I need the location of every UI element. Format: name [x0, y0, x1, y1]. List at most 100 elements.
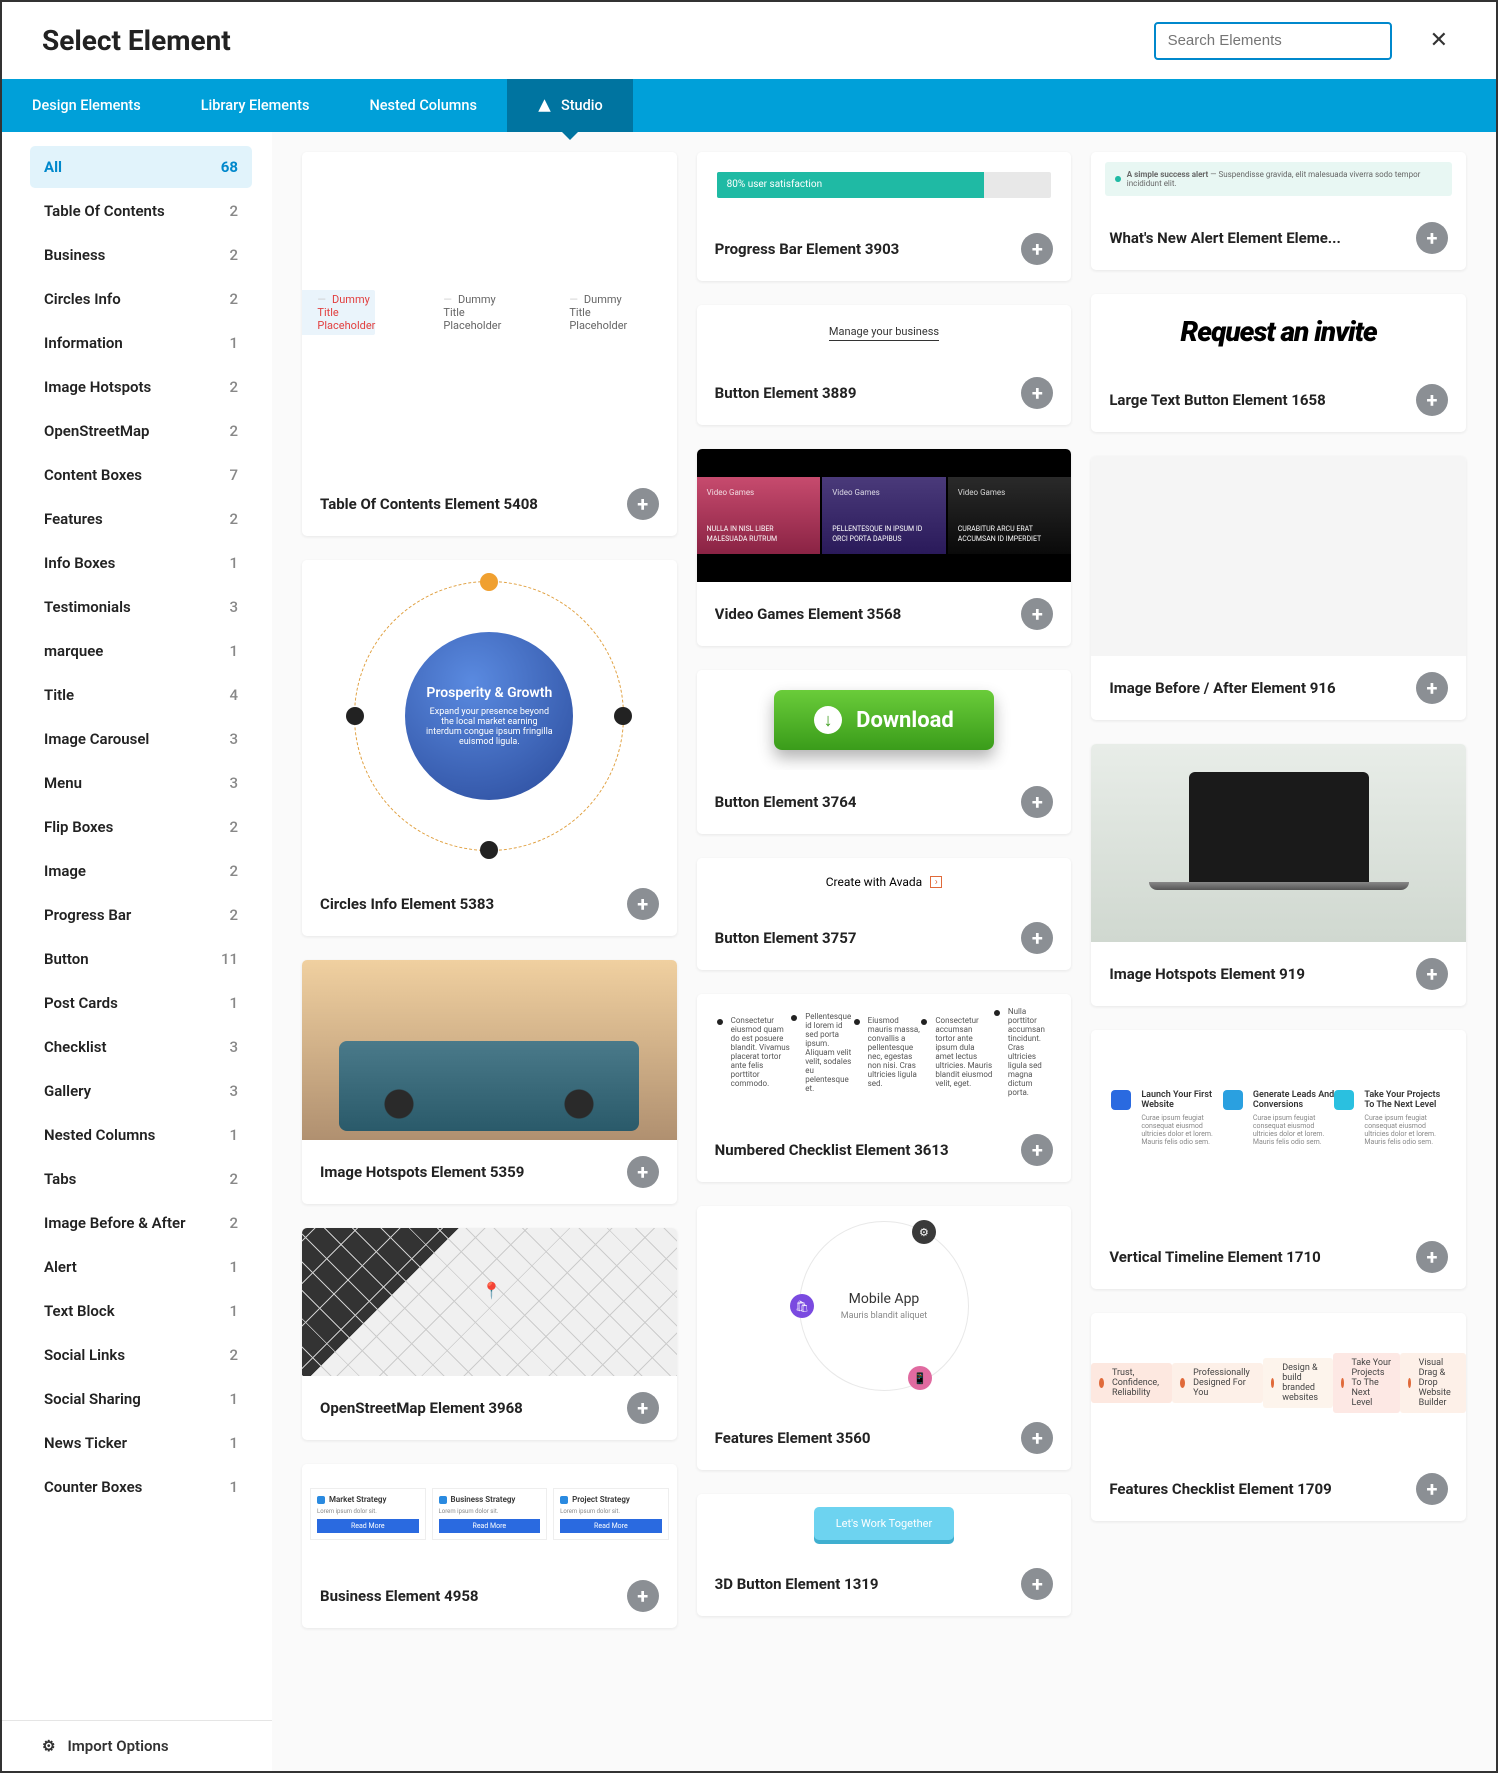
- close-icon[interactable]: ✕: [1422, 20, 1456, 61]
- card-title: Features Element 3560: [715, 1429, 871, 1447]
- category-list[interactable]: All68Table Of Contents2Business2Circles …: [2, 132, 272, 1720]
- element-card[interactable]: Video GamesNULLA IN NISL LIBER MALESUADA…: [697, 449, 1072, 646]
- category-item[interactable]: Content Boxes7: [30, 454, 252, 496]
- element-card[interactable]: 80% user satisfactionProgress Bar Elemen…: [697, 152, 1072, 281]
- header-right: ✕: [1154, 20, 1456, 61]
- add-element-button[interactable]: +: [1021, 1422, 1053, 1454]
- add-element-button[interactable]: +: [1416, 222, 1448, 254]
- add-element-button[interactable]: +: [1021, 1134, 1053, 1166]
- category-item[interactable]: Testimonials3: [30, 586, 252, 628]
- element-card[interactable]: Image Hotspots Element 919+: [1091, 744, 1466, 1006]
- category-item[interactable]: Image2: [30, 850, 252, 892]
- add-element-button[interactable]: +: [1021, 786, 1053, 818]
- element-card[interactable]: Manage your businessButton Element 3889+: [697, 305, 1072, 425]
- category-count: 1: [229, 1478, 238, 1496]
- category-label: Image: [44, 862, 86, 880]
- category-item[interactable]: Title 4: [30, 674, 252, 716]
- add-element-button[interactable]: +: [627, 1156, 659, 1188]
- card-footer: Numbered Checklist Element 3613+: [697, 1118, 1072, 1182]
- element-card[interactable]: Image Hotspots Element 5359+: [302, 960, 677, 1204]
- category-item[interactable]: Info Boxes1: [30, 542, 252, 584]
- add-element-button[interactable]: +: [1416, 672, 1448, 704]
- card-footer: Features Checklist Element 1709+: [1091, 1457, 1466, 1521]
- element-card[interactable]: ↓DownloadButton Element 3764+: [697, 670, 1072, 834]
- element-card[interactable]: Image Before / After Element 916 +: [1091, 456, 1466, 720]
- import-options-button[interactable]: ⚙ Import Options: [2, 1720, 272, 1771]
- category-item[interactable]: Image Hotspots2: [30, 366, 252, 408]
- add-element-button[interactable]: +: [1416, 1473, 1448, 1505]
- category-count: 2: [229, 378, 238, 396]
- tab-studio[interactable]: Studio: [507, 79, 633, 132]
- element-card[interactable]: A simple success alert — Suspendisse gra…: [1091, 152, 1466, 270]
- add-element-button[interactable]: +: [1021, 233, 1053, 265]
- category-item[interactable]: Post Cards1: [30, 982, 252, 1024]
- category-item[interactable]: Progress Bar2: [30, 894, 252, 936]
- element-card[interactable]: Request an inviteLarge Text Button Eleme…: [1091, 294, 1466, 432]
- add-element-button[interactable]: +: [627, 888, 659, 920]
- category-count: 1: [229, 994, 238, 1012]
- tab-nested-columns[interactable]: Nested Columns: [339, 79, 507, 132]
- add-element-button[interactable]: +: [627, 488, 659, 520]
- category-label: Features: [44, 510, 103, 528]
- category-item[interactable]: OpenStreetMap2: [30, 410, 252, 452]
- element-card[interactable]: Create with Avada›Button Element 3757+: [697, 858, 1072, 970]
- category-item[interactable]: marquee1: [30, 630, 252, 672]
- category-item[interactable]: News Ticker1: [30, 1422, 252, 1464]
- category-item[interactable]: Flip Boxes2: [30, 806, 252, 848]
- category-item[interactable]: Gallery3: [30, 1070, 252, 1112]
- element-card[interactable]: Consectetur eiusmod quam do est posuere …: [697, 994, 1072, 1182]
- category-label: Button: [44, 950, 89, 968]
- add-element-button[interactable]: +: [1416, 1241, 1448, 1273]
- category-label: OpenStreetMap: [44, 422, 149, 440]
- add-element-button[interactable]: +: [1416, 384, 1448, 416]
- search-input[interactable]: [1154, 22, 1392, 60]
- category-item[interactable]: Table Of Contents2: [30, 190, 252, 232]
- add-element-button[interactable]: +: [1021, 922, 1053, 954]
- category-item[interactable]: Checklist3: [30, 1026, 252, 1068]
- tab-design-elements[interactable]: Design Elements: [2, 79, 171, 132]
- add-element-button[interactable]: +: [1021, 598, 1053, 630]
- add-element-button[interactable]: +: [1416, 958, 1448, 990]
- category-count: 4: [229, 686, 238, 704]
- category-item[interactable]: Circles Info2: [30, 278, 252, 320]
- add-element-button[interactable]: +: [1021, 1568, 1053, 1600]
- category-item[interactable]: Social Links2: [30, 1334, 252, 1376]
- add-element-button[interactable]: +: [627, 1392, 659, 1424]
- element-card[interactable]: Let's Work Together3D Button Element 131…: [697, 1494, 1072, 1616]
- element-card[interactable]: Mobile AppMauris blandit aliquet⚙🛍📱Featu…: [697, 1206, 1072, 1470]
- category-item[interactable]: Information1: [30, 322, 252, 364]
- category-item[interactable]: Counter Boxes1: [30, 1466, 252, 1508]
- element-card[interactable]: OpenStreetMap Element 3968+: [302, 1228, 677, 1440]
- category-item[interactable]: Image Before & After2: [30, 1202, 252, 1244]
- element-card[interactable]: Prosperity & GrowthExpand your presence …: [302, 560, 677, 936]
- add-element-button[interactable]: +: [627, 1580, 659, 1612]
- element-card[interactable]: —Dummy Title Placeholder—Dummy Title Pla…: [302, 152, 677, 536]
- category-item[interactable]: Text Block1: [30, 1290, 252, 1332]
- element-card[interactable]: Launch Your First WebsiteCurae ipsum feu…: [1091, 1030, 1466, 1289]
- card-footer: Business Element 4958+: [302, 1564, 677, 1628]
- element-card[interactable]: Trust, Confidence, ReliabilityProfession…: [1091, 1313, 1466, 1521]
- category-item[interactable]: Nested Columns1: [30, 1114, 252, 1156]
- sidebar: All68Table Of Contents2Business2Circles …: [2, 132, 272, 1771]
- category-item[interactable]: Social Sharing1: [30, 1378, 252, 1420]
- category-item[interactable]: Alert1: [30, 1246, 252, 1288]
- category-item[interactable]: Image Carousel3: [30, 718, 252, 760]
- category-item[interactable]: Menu3: [30, 762, 252, 804]
- element-card[interactable]: Market StrategyLorem ipsum dolor sit.Rea…: [302, 1464, 677, 1628]
- category-item[interactable]: Button11: [30, 938, 252, 980]
- category-item[interactable]: Business2: [30, 234, 252, 276]
- add-element-button[interactable]: +: [1021, 377, 1053, 409]
- elements-grid-wrap[interactable]: —Dummy Title Placeholder—Dummy Title Pla…: [272, 132, 1496, 1771]
- card-title: Image Before / After Element 916: [1109, 679, 1335, 697]
- tab-library-elements[interactable]: Library Elements: [171, 79, 340, 132]
- card-title: Button Element 3757: [715, 929, 857, 947]
- tab-studio-label: Studio: [561, 97, 603, 114]
- category-item[interactable]: All68: [30, 146, 252, 188]
- category-item[interactable]: Features2: [30, 498, 252, 540]
- card-title: Video Games Element 3568: [715, 605, 902, 623]
- category-label: Title: [44, 686, 74, 704]
- category-count: 3: [229, 774, 238, 792]
- category-item[interactable]: Tabs2: [30, 1158, 252, 1200]
- category-label: Gallery: [44, 1082, 91, 1100]
- card-title: What's New Alert Element Eleme...: [1109, 229, 1341, 247]
